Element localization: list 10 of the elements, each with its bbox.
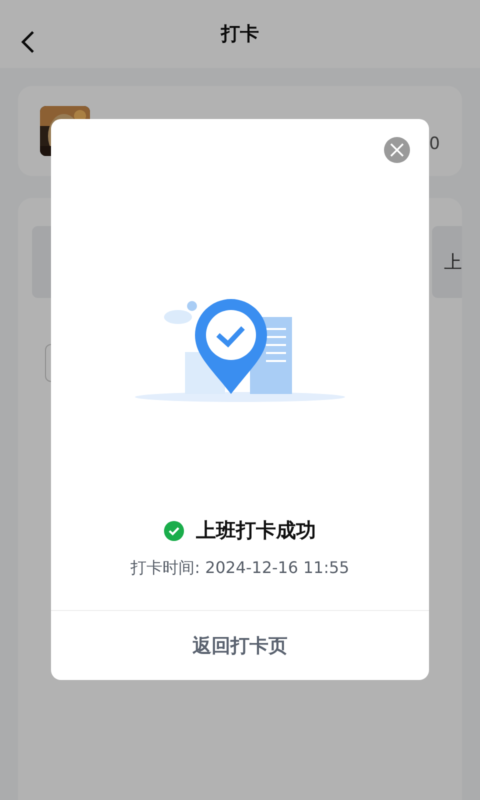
punch-time: 打卡时间: 2024-12-16 11:55: [130, 558, 350, 579]
status-text: 上班打卡成功: [196, 517, 316, 544]
back-to-punch-button[interactable]: 返回打卡页: [51, 610, 429, 680]
page-title: 打卡: [221, 22, 259, 47]
close-icon: [390, 143, 404, 157]
punch-tile[interactable]: 上: [432, 226, 462, 298]
back-icon[interactable]: [20, 30, 36, 54]
success-icon: [164, 520, 184, 540]
close-button[interactable]: [384, 137, 410, 163]
profile-info: 0: [429, 134, 440, 154]
